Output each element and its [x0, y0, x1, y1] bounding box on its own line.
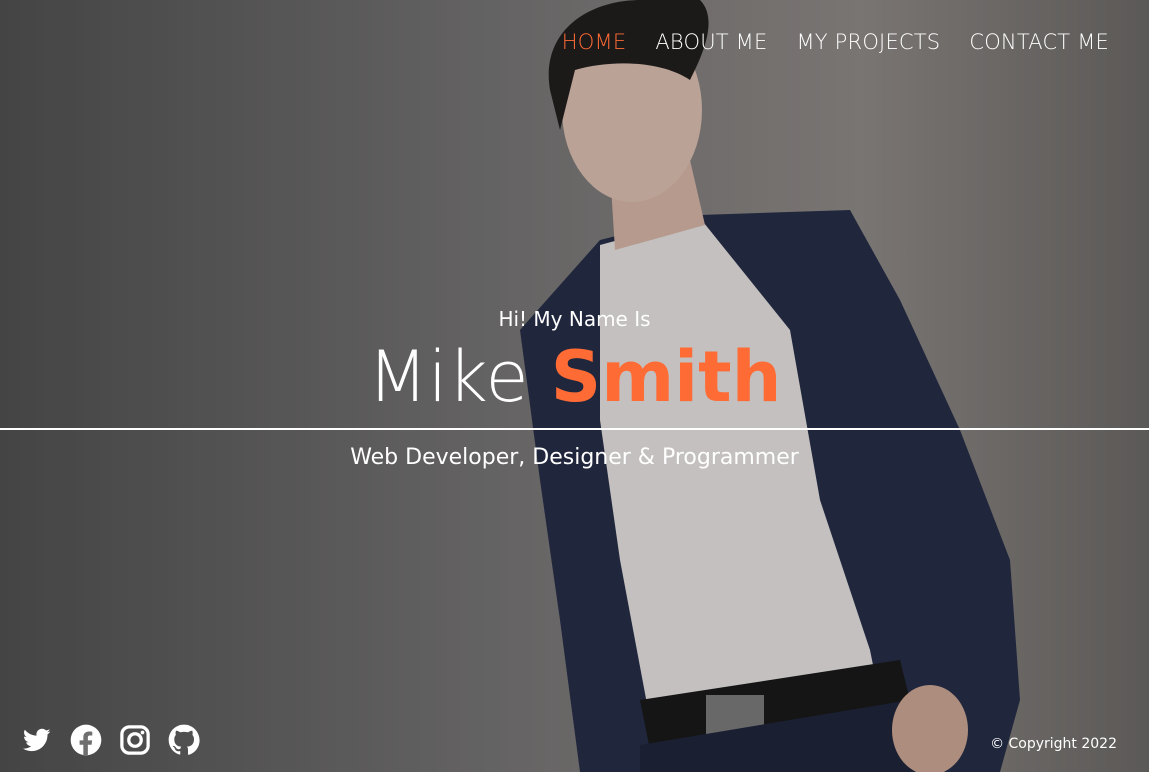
instagram-icon[interactable] — [118, 723, 151, 756]
hero-intro: Hi! My Name Is — [498, 307, 651, 331]
nav-my-projects[interactable]: MY PROJECTS — [796, 30, 940, 54]
hero-divider — [0, 428, 1149, 430]
github-icon[interactable] — [167, 723, 200, 756]
hero-last-name: Smith — [550, 336, 782, 418]
main-nav: HOME ABOUT ME MY PROJECTS CONTACT ME — [562, 30, 1109, 54]
nav-contact-me[interactable]: CONTACT ME — [969, 30, 1109, 54]
facebook-icon[interactable] — [69, 723, 102, 756]
hero-name: Mike Smith — [0, 332, 1149, 422]
nav-home[interactable]: HOME — [562, 30, 627, 54]
hero-first-name: Mike — [367, 336, 529, 418]
twitter-icon[interactable] — [20, 723, 53, 756]
hero-section: HOME ABOUT ME MY PROJECTS CONTACT ME Hi!… — [0, 0, 1149, 772]
nav-about-me[interactable]: ABOUT ME — [655, 30, 767, 54]
copyright-text: © Copyright 2022 — [990, 736, 1117, 752]
social-links — [20, 723, 200, 756]
hero-tagline: Web Developer, Designer & Programmer — [350, 445, 799, 470]
